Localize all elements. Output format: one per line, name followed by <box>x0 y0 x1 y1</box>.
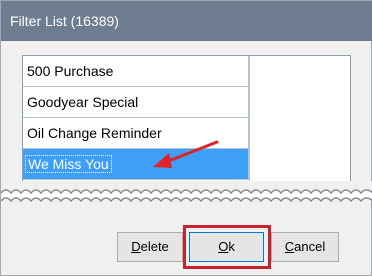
filter-listbox[interactable]: 500 Purchase Goodyear Special Oil Change… <box>22 55 351 183</box>
list-item-selected[interactable]: We Miss You <box>23 149 249 180</box>
delete-accelerator: D <box>131 239 141 254</box>
list-item-label: Oil Change Reminder <box>27 125 162 141</box>
list-item[interactable]: Oil Change Reminder <box>23 118 249 149</box>
ok-label: k <box>228 239 235 254</box>
ok-accelerator: O <box>218 239 229 254</box>
delete-label: elete <box>140 239 169 254</box>
delete-button[interactable]: Delete <box>117 232 183 262</box>
list-item[interactable]: 500 Purchase <box>23 56 249 87</box>
title-bar: Filter List (16389) <box>1 1 372 41</box>
cancel-button[interactable]: Cancel <box>271 232 339 262</box>
cancel-accelerator: C <box>284 239 295 254</box>
filter-list-dialog: Filter List (16389) 500 Purchase Goodyea… <box>0 0 372 276</box>
list-item-label: Goodyear Special <box>27 94 139 110</box>
list-item-label: We Miss You <box>25 155 112 173</box>
list-item-label: 500 Purchase <box>27 63 114 79</box>
ok-button[interactable]: Ok <box>189 232 264 262</box>
window-title: Filter List (16389) <box>10 13 119 29</box>
cancel-label: ancel <box>294 239 326 254</box>
column-divider <box>249 56 250 182</box>
list-item[interactable]: Goodyear Special <box>23 87 249 118</box>
